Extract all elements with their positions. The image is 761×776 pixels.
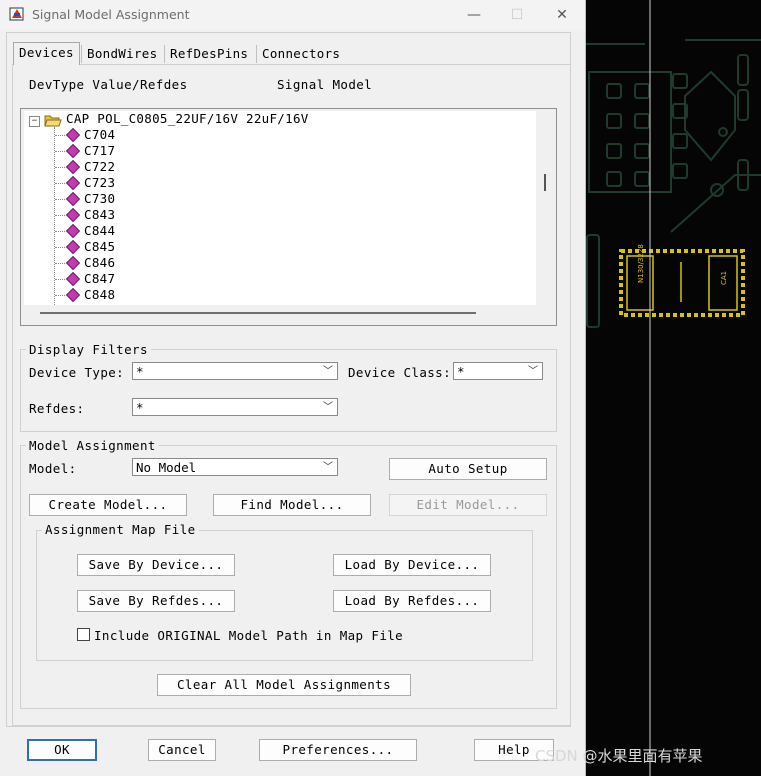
display-filters-title: Display Filters <box>26 342 151 357</box>
model-label: Model: <box>29 461 77 476</box>
clear-all-assignments-button[interactable]: Clear All Model Assignments <box>157 674 411 696</box>
tree-item-refdes[interactable]: C717 <box>84 143 115 159</box>
tree-item-refdes[interactable]: C845 <box>84 239 115 255</box>
column-header-signal-model: Signal Model <box>277 77 373 92</box>
tree-item-refdes[interactable]: C730 <box>84 191 115 207</box>
tree-item-refdes[interactable]: C723 <box>84 175 115 191</box>
app-icon <box>9 7 24 21</box>
tree-item-refdes[interactable]: C847 <box>84 271 115 287</box>
model-value: No Model <box>136 460 197 475</box>
pcb-part-label-1: N130/3228 <box>637 244 645 283</box>
tree-item-refdes[interactable]: C844 <box>84 223 115 239</box>
assignment-map-file-title: Assignment Map File <box>42 522 199 537</box>
column-header-devtype: DevType Value/Refdes <box>29 77 188 92</box>
tab-connectors[interactable]: Connectors <box>257 44 345 64</box>
pcb-layout-canvas[interactable]: N130/3228 CA1 <box>585 0 761 776</box>
minimize-button[interactable]: — <box>459 4 489 26</box>
pcb-part-label-2: CA1 <box>720 271 728 285</box>
open-folder-icon <box>44 115 62 127</box>
maximize-button[interactable]: ☐ <box>502 4 532 26</box>
component-icon <box>65 287 81 303</box>
save-by-device-button[interactable]: Save By Device... <box>77 554 235 576</box>
load-by-device-button[interactable]: Load By Device... <box>333 554 491 576</box>
device-type-label: Device Type: <box>29 365 125 380</box>
device-class-label: Device Class: <box>348 365 452 380</box>
component-icon <box>65 271 81 287</box>
chevron-down-icon: ﹀ <box>528 366 538 377</box>
find-model-button[interactable]: Find Model... <box>213 494 371 516</box>
include-original-path-label[interactable]: Include ORIGINAL Model Path in Map File <box>94 628 403 643</box>
device-class-value: * <box>457 364 465 379</box>
refdes-combo[interactable]: * ﹀ <box>132 398 338 416</box>
component-icon <box>65 255 81 271</box>
model-assignment-title: Model Assignment <box>26 438 159 453</box>
pcb-drawing: N130/3228 CA1 <box>585 0 761 776</box>
auto-setup-button[interactable]: Auto Setup <box>389 458 547 480</box>
save-by-refdes-button[interactable]: Save By Refdes... <box>77 590 235 612</box>
tab-devices[interactable]: Devices <box>13 42 80 65</box>
collapse-toggle-icon[interactable]: − <box>29 116 40 127</box>
tab-refdespins[interactable]: RefDesPins <box>165 44 253 64</box>
device-tree[interactable]: − CAP POL_C0805_22UF/16V 22uF/16V C704 C7… <box>24 111 536 305</box>
chevron-down-icon: ﹀ <box>323 402 333 413</box>
component-icon <box>65 191 81 207</box>
tree-item-refdes[interactable]: C846 <box>84 255 115 271</box>
component-icon <box>65 207 81 223</box>
watermark: CSDN @水果里面有苹果 <box>535 747 703 765</box>
close-button[interactable]: ✕ <box>547 4 577 26</box>
tab-bondwires[interactable]: BondWires <box>82 44 162 64</box>
tree-root-label[interactable]: CAP POL_C0805_22UF/16V 22uF/16V <box>66 111 309 127</box>
preferences-button[interactable]: Preferences... <box>259 739 417 761</box>
tree-horizontal-scroll-thumb[interactable] <box>40 312 476 314</box>
component-icon <box>65 223 81 239</box>
tree-vertical-scrollbar[interactable] <box>537 111 552 305</box>
signal-model-assignment-dialog: Signal Model Assignment — ☐ ✕ Devices Bo… <box>0 0 586 776</box>
create-model-button[interactable]: Create Model... <box>29 494 187 516</box>
edit-model-button[interactable]: Edit Model... <box>389 494 547 516</box>
device-type-value: * <box>136 364 144 379</box>
component-icon <box>65 127 81 143</box>
tree-item-refdes[interactable]: C722 <box>84 159 115 175</box>
load-by-refdes-button[interactable]: Load By Refdes... <box>333 590 491 612</box>
chevron-down-icon: ﹀ <box>323 366 333 377</box>
ok-button[interactable]: OK <box>27 739 97 761</box>
tree-vertical-scroll-thumb[interactable] <box>544 174 546 191</box>
device-type-combo[interactable]: * ﹀ <box>132 362 338 380</box>
model-combo[interactable]: No Model ﹀ <box>132 458 338 476</box>
cancel-button[interactable]: Cancel <box>148 739 216 761</box>
tree-item-refdes[interactable]: C704 <box>84 127 115 143</box>
tree-item-refdes[interactable]: C843 <box>84 207 115 223</box>
component-icon <box>65 175 81 191</box>
chevron-down-icon: ﹀ <box>323 462 333 473</box>
refdes-label: Refdes: <box>29 401 85 416</box>
include-original-path-checkbox[interactable] <box>77 628 90 641</box>
component-icon <box>65 159 81 175</box>
component-icon <box>65 239 81 255</box>
device-class-combo[interactable]: * ﹀ <box>453 362 543 380</box>
window-title: Signal Model Assignment <box>32 7 190 22</box>
tree-item-refdes[interactable]: C848 <box>84 287 115 303</box>
title-bar[interactable]: Signal Model Assignment — ☐ ✕ <box>0 0 585 30</box>
component-icon <box>65 143 81 159</box>
refdes-value: * <box>136 400 144 415</box>
